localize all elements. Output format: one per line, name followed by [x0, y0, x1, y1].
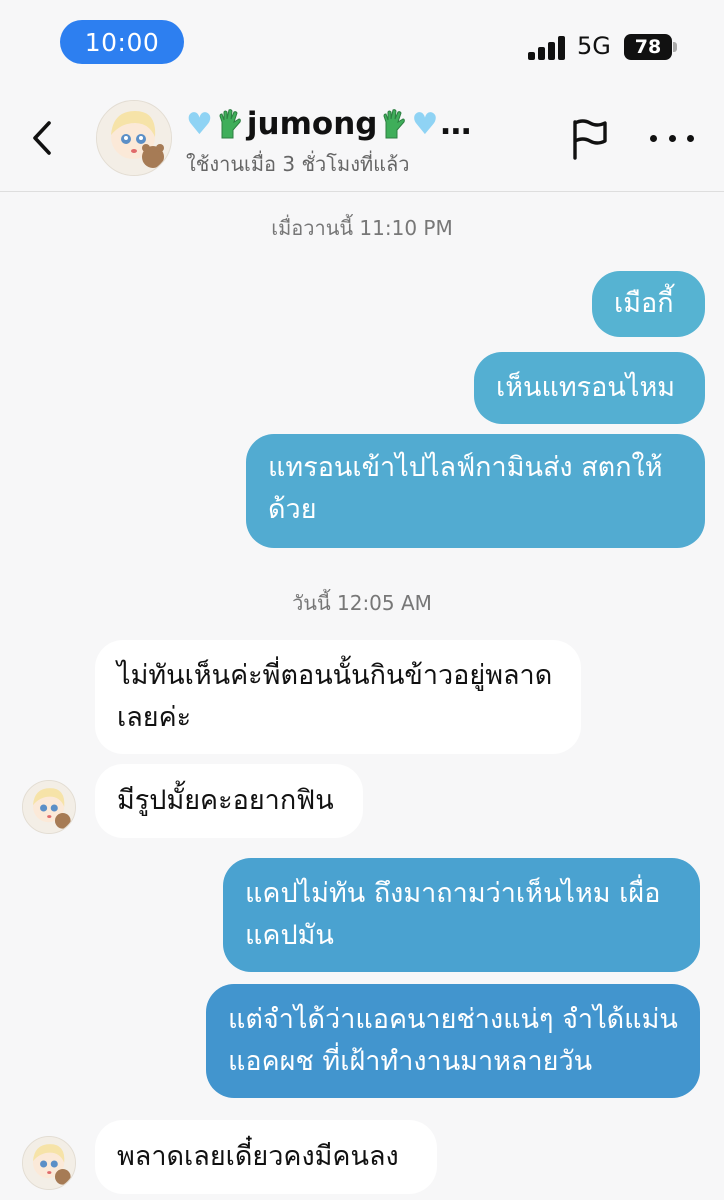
chat-header: ♥ jumong ♥ … ใช้งานเมื่อ 3 ชั่วโมงที่แล้… [0, 90, 724, 192]
network-type: 5G [577, 32, 611, 60]
more-icon [650, 134, 657, 142]
outgoing-message[interactable]: เมือกี้ [592, 271, 705, 337]
message-text: แคปไม่ทัน ถึงมาถามว่าเห็นไหม เผื่อ [245, 878, 661, 909]
avatar-illustration-icon [97, 101, 171, 175]
outgoing-message[interactable]: เห็นแทรอนไหม [474, 352, 705, 424]
outgoing-message[interactable]: แทรอนเข้าไปไลฟ์กามินส่ง สตกให้ ด้วย [246, 434, 705, 548]
message-text: แอคผช ที่เฝ้าทำงานมาหลายวัน [228, 1046, 593, 1077]
avatar[interactable] [96, 100, 172, 176]
avatar[interactable] [22, 1136, 76, 1190]
contact-name[interactable]: ♥ jumong ♥ … [186, 106, 471, 142]
message-text: เลยค่ะ [117, 702, 192, 733]
back-chevron-icon [33, 121, 51, 155]
blue-heart-icon: ♥ [186, 106, 213, 142]
message-text: ด้วย [268, 494, 317, 525]
status-bar: 10:00 5G 78 [0, 0, 724, 88]
date-separator: เมื่อวานนี้ 11:10 PM [271, 216, 453, 240]
avatar[interactable] [22, 780, 76, 834]
date-separator: วันนี้ 12:05 AM [292, 591, 432, 615]
battery-nub [673, 42, 677, 52]
avatar-illustration-icon [23, 1137, 75, 1189]
more-button[interactable] [650, 120, 694, 156]
incoming-message[interactable]: พลาดเลยเดี๋ยวคงมีคนลง [95, 1120, 437, 1194]
message-text: มีรูปมั้ยคะอยากฟิน [117, 785, 334, 816]
incoming-message[interactable]: มีรูปมั้ยคะอยากฟิน [95, 764, 363, 838]
last-seen-status: ใช้งานเมื่อ 3 ชั่วโมงที่แล้ว [186, 152, 410, 176]
contact-name-text: jumong [246, 106, 378, 142]
outgoing-message[interactable]: แคปไม่ทัน ถึงมาถามว่าเห็นไหม เผื่อ แคปมั… [223, 858, 700, 972]
green-glove-icon [219, 109, 241, 139]
battery-icon: 78 [624, 34, 672, 60]
message-text: เมือกี้ [614, 288, 674, 319]
message-text: เห็นแทรอนไหม [496, 372, 676, 403]
message-text: แคปมัน [245, 920, 334, 951]
blue-heart-icon: ♥ [411, 106, 439, 142]
message-text: พลาดเลยเดี๋ยวคงมีคนลง [117, 1141, 399, 1172]
message-text: แทรอนเข้าไปไลฟ์กามินส่ง สตกให้ [268, 452, 663, 483]
name-ellipsis: … [440, 106, 472, 142]
green-glove-icon [383, 109, 406, 139]
outgoing-message[interactable]: แต่จำได้ว่าแอคนายช่างแน่ๆ จำได้แม่น แอคผ… [206, 984, 700, 1098]
message-text: ไม่ทันเห็นค่ะพี่ตอนนั้นกินข้าวอยู่พลาด [117, 660, 553, 691]
signal-icon [528, 36, 566, 60]
avatar-illustration-icon [23, 781, 75, 833]
incoming-message[interactable]: ไม่ทันเห็นค่ะพี่ตอนนั้นกินข้าวอยู่พลาด เ… [95, 640, 581, 754]
flag-icon [573, 119, 607, 160]
message-text: แต่จำได้ว่าแอคนายช่างแน่ๆ จำได้แม่น [228, 1004, 678, 1035]
back-button[interactable] [22, 116, 62, 160]
report-button[interactable] [566, 114, 614, 162]
status-time: 10:00 [60, 20, 184, 64]
